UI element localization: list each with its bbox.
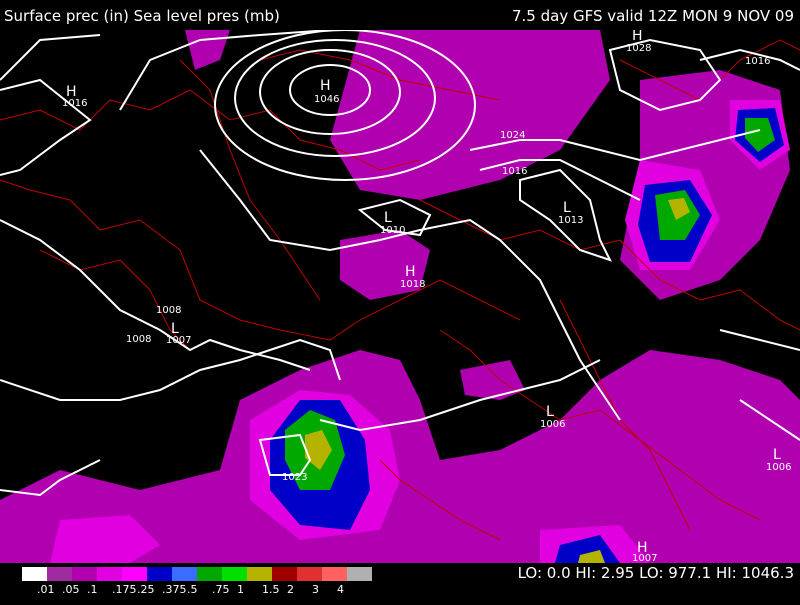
legend-tick-label: 1.5 <box>262 583 280 596</box>
pressure-label: 1008 <box>126 334 151 345</box>
pressure-label: 1010 <box>380 225 405 236</box>
pressure-label: 1006 <box>766 462 791 473</box>
legend-tick-label: .1 <box>87 583 98 596</box>
pressure-label: 1016 <box>62 98 87 109</box>
pressure-label: 1008 <box>156 305 181 316</box>
legend-swatch <box>47 567 72 581</box>
legend-swatch <box>197 567 222 581</box>
pressure-label: 1023 <box>282 472 307 483</box>
pressure-label: 1018 <box>400 279 425 290</box>
pressure-label: 1024 <box>500 130 525 141</box>
legend-tick-label: .01 <box>37 583 55 596</box>
pressure-label: 1007 <box>632 553 657 563</box>
weather-map: H 1016 H 1046 H 1028 1016 1024 1016 L 10… <box>0 30 800 563</box>
legend-swatch <box>347 567 372 581</box>
pressure-label: 1013 <box>558 215 583 226</box>
high-marker: H <box>320 78 331 94</box>
pressure-label: 1046 <box>314 94 339 105</box>
legend-swatch <box>297 567 322 581</box>
legend-swatch <box>97 567 122 581</box>
legend-tick-label: .75 <box>212 583 230 596</box>
footer-bar: .01 .05 .1 .175.25 .375.5 .75 1 1.5 2 3 4 LO: 0.0 … <box>0 563 800 605</box>
legend-tick-label: .05 <box>62 583 80 596</box>
legend-swatch <box>22 567 47 581</box>
low-marker: L <box>384 210 392 226</box>
legend-swatch <box>122 567 147 581</box>
high-marker: H <box>632 30 643 44</box>
pressure-label: 1007 <box>166 335 191 346</box>
legend-tick-label: 2 <box>287 583 294 596</box>
legend-tick-label: 3 <box>312 583 319 596</box>
legend-swatch <box>247 567 272 581</box>
low-marker: L <box>773 447 781 463</box>
low-marker: L <box>563 200 571 216</box>
pressure-label: 1028 <box>626 43 651 54</box>
legend-swatch <box>222 567 247 581</box>
header-bar: Surface prec (in) Sea level pres (mb) 7.… <box>0 0 800 30</box>
map-title: Surface prec (in) Sea level pres (mb) <box>4 7 280 25</box>
low-marker: L <box>546 404 554 420</box>
legend-tick-label: .375 <box>162 583 187 596</box>
pressure-label: 1006 <box>540 419 565 430</box>
legend-swatch <box>72 567 97 581</box>
valid-time-label: 7.5 day GFS valid 12Z MON 9 NOV 09 <box>511 7 794 25</box>
min-max-stats: LO: 0.0 HI: 2.95 LO: 977.1 HI: 1046.3 <box>517 564 794 582</box>
pressure-label: 1016 <box>745 56 770 67</box>
legend-tick-label: .175 <box>112 583 137 596</box>
legend-swatch <box>322 567 347 581</box>
legend-swatch <box>147 567 172 581</box>
legend-tick-label: 1 <box>237 583 244 596</box>
legend-tick-label: .25 <box>137 583 155 596</box>
pressure-label: 1016 <box>502 166 527 177</box>
legend-swatch <box>272 567 297 581</box>
legend-swatch <box>172 567 197 581</box>
high-marker: H <box>405 264 416 280</box>
legend-tick-label: 4 <box>337 583 344 596</box>
legend-tick-label: .5 <box>187 583 198 596</box>
